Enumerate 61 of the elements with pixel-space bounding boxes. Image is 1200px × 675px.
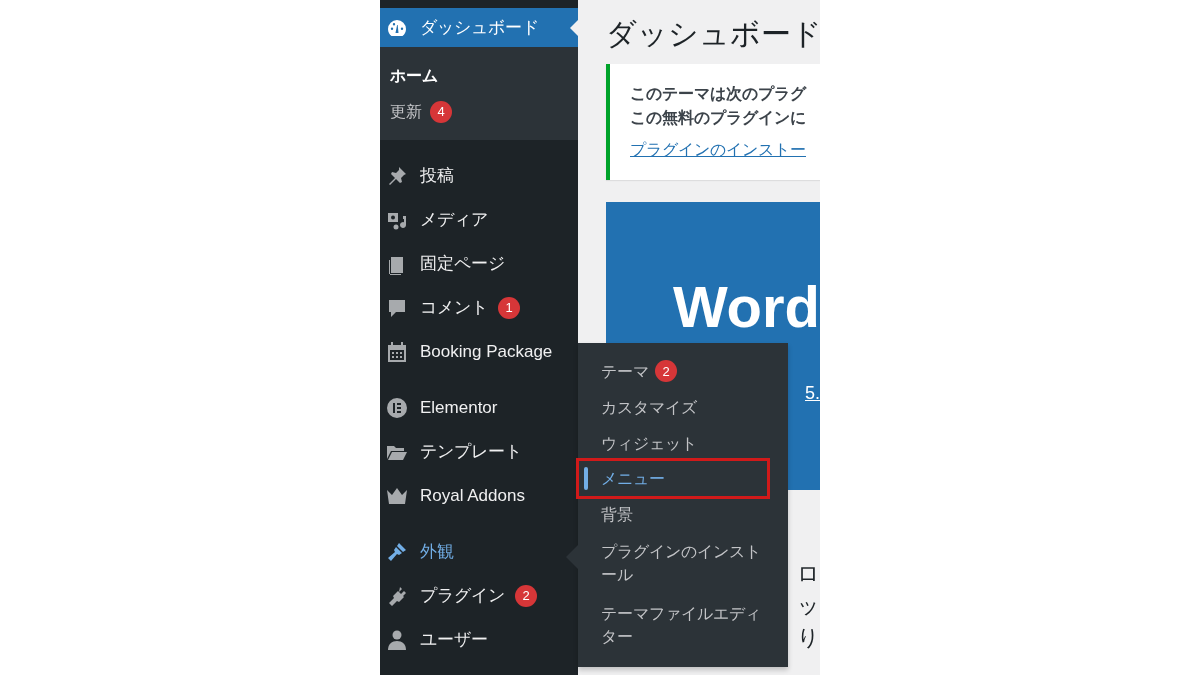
flyout-item[interactable]: テーマファイルエディター xyxy=(578,600,788,650)
count-badge: 2 xyxy=(515,585,537,607)
body-text: ロ xyxy=(797,560,820,588)
menu-label: テンプレート xyxy=(420,441,522,464)
menu-label: Royal Addons xyxy=(420,485,525,508)
menu-label: 投稿 xyxy=(420,165,454,188)
menu-item[interactable]: Elementor xyxy=(380,386,578,430)
menu-item[interactable]: Booking Package xyxy=(380,330,578,374)
submenu-item[interactable]: 更新 4 xyxy=(390,94,578,130)
flyout-label: 背景 xyxy=(601,504,633,525)
flyout-label: メニュー xyxy=(601,469,665,489)
flyout-item[interactable]: メニュー xyxy=(576,458,770,499)
flyout-label: カスタマイズ xyxy=(601,397,697,418)
elementor-icon xyxy=(386,397,408,419)
menu-label: Elementor xyxy=(420,397,498,420)
menu-label: 固定ページ xyxy=(420,253,505,276)
menu-label: ダッシュボード xyxy=(420,16,539,39)
flyout-label: テーマ xyxy=(601,361,649,382)
banner-heading: Word xyxy=(672,273,820,341)
notice-text: この無料のプラグインに xyxy=(630,108,807,128)
flyout-item[interactable]: テーマ 2 xyxy=(578,357,702,385)
flyout-item[interactable]: プラグインのインストール xyxy=(578,538,788,588)
menu-item[interactable]: ダッシュボード xyxy=(380,8,578,47)
menu-item[interactable]: Royal Addons xyxy=(380,474,578,518)
menu-item[interactable]: プラグイン 2 xyxy=(380,574,578,618)
menu-label: メディア xyxy=(420,209,488,232)
flyout-item[interactable]: カスタマイズ xyxy=(578,393,722,421)
menu-item[interactable]: 固定ページ xyxy=(380,242,578,286)
menu-item[interactable]: 外観 xyxy=(380,530,578,574)
calendar-icon xyxy=(386,341,408,363)
brush-icon xyxy=(386,541,408,563)
flyout-label: プラグインのインストール xyxy=(601,542,762,585)
submenu-label: ホーム xyxy=(390,66,438,86)
page-title: ダッシュボード xyxy=(606,16,820,52)
menu-label: Booking Package xyxy=(420,341,553,364)
menu-label: プラグイン xyxy=(420,585,505,608)
menu-item[interactable]: メディア xyxy=(380,198,578,242)
flyout-item[interactable]: 背景 xyxy=(578,500,658,528)
user-icon xyxy=(386,629,408,651)
menu-label: ユーザー xyxy=(420,629,488,652)
count-badge: 1 xyxy=(498,297,520,319)
flyout-label: ウィジェット xyxy=(601,433,697,454)
body-text: ッ xyxy=(797,592,820,620)
current-marker xyxy=(584,467,588,490)
flyout-label: テーマファイルエディター xyxy=(601,604,762,647)
menu-item[interactable]: コメント 1 xyxy=(380,286,578,330)
submenu-label: 更新 xyxy=(390,102,422,122)
install-link[interactable]: プラグインのインストー xyxy=(630,138,806,162)
comment-icon xyxy=(386,297,408,319)
menu-label: 外観 xyxy=(420,541,454,564)
count-badge: 4 xyxy=(430,101,452,123)
submenu-item[interactable]: ホーム xyxy=(390,58,578,94)
menu-item[interactable]: 投稿 xyxy=(380,154,578,198)
menu-label: コメント xyxy=(420,297,488,320)
flyout-item[interactable]: ウィジェット xyxy=(578,429,722,457)
notice-text: このテーマは次のプラグ xyxy=(630,84,808,104)
banner-link[interactable]: 5. xyxy=(805,380,820,407)
menu-item[interactable]: ユーザー xyxy=(380,618,578,662)
body-text: り xyxy=(797,624,820,652)
menu-item[interactable]: テンプレート xyxy=(380,430,578,474)
count-badge: 2 xyxy=(655,360,677,382)
